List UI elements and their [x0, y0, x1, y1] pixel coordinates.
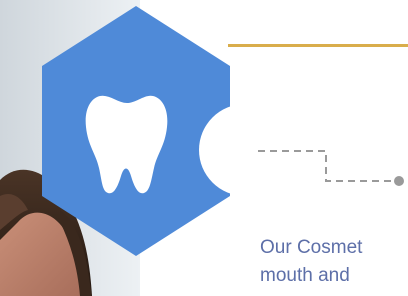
portrait-photo — [0, 0, 140, 296]
description-line-2: mouth and — [260, 265, 350, 286]
description-text: Our Cosmet mouth and — [260, 234, 408, 296]
portrait-image — [0, 0, 140, 296]
accent-divider — [228, 44, 408, 47]
description-line-1: Our Cosmet — [260, 237, 363, 258]
